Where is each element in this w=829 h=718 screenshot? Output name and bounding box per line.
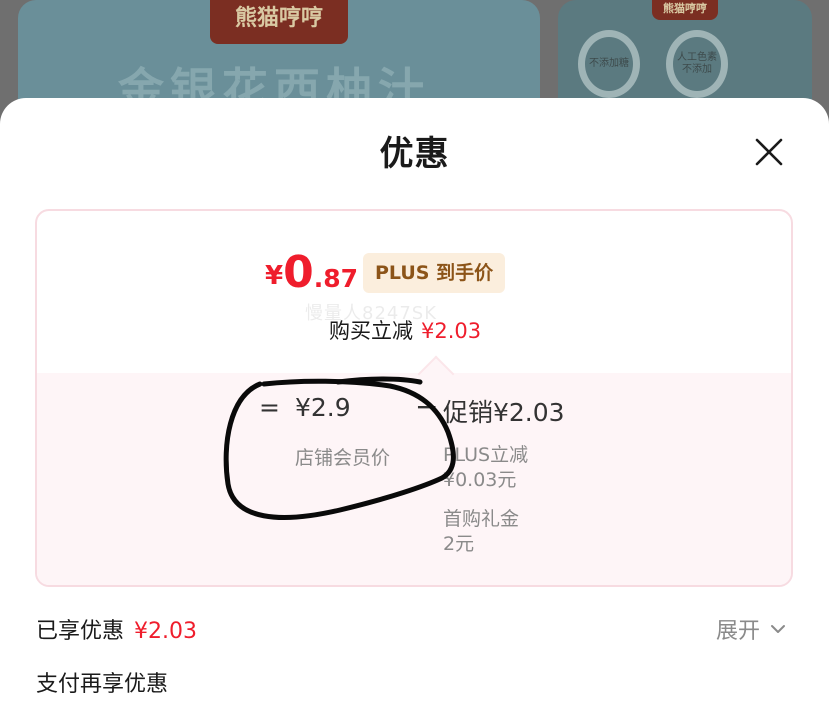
purchase-reduction: 购买立减 ¥2.03 (329, 315, 481, 345)
plus-price-tag: PLUS 到手价 (363, 253, 506, 293)
enjoyed-discount-row: 已享优惠 ¥2.03 (36, 613, 197, 645)
feature-badge: 不添加糖 (578, 30, 640, 98)
sub-item-value: ¥0.03元 (443, 469, 517, 491)
promo-sub-item: 首购礼金 2元 (443, 507, 519, 557)
shop-member-price-label: 店铺会员价 (295, 447, 391, 469)
final-price: ¥ 0 .87 (265, 247, 359, 298)
breakdown-panel (37, 373, 791, 585)
close-button[interactable] (752, 135, 786, 169)
reduction-label: 购买立减 (329, 319, 413, 343)
sheet-title: 优惠 (379, 134, 450, 174)
shop-member-price: ¥2.9 (295, 393, 351, 422)
feature-badge: 人工色素 不添加 (666, 30, 728, 98)
discount-detail-card: ¥ 0 .87 PLUS 到手价 慢量人8247SK 购买立减 ¥2.03 = ¥… (35, 209, 793, 587)
brand-logo-small: 熊猫哼哼 (652, 0, 718, 20)
discount-sheet: 优惠 ¥ 0 .87 PLUS 到手价 慢量人8247SK 购买立减 ¥2.03 … (0, 98, 829, 718)
promotion-amount: 促销¥2.03 (443, 398, 565, 427)
pay-more-discount-row[interactable]: 支付再享优惠 (36, 666, 168, 698)
brand-logo: 熊猫哼哼 (210, 0, 348, 44)
expand-label: 展开 (716, 619, 761, 644)
sub-item-name: PLUS立减 (443, 444, 529, 466)
promo-sub-item: PLUS立减 ¥0.03元 (443, 443, 528, 493)
close-icon (755, 138, 783, 166)
equals-sign: = (259, 393, 280, 422)
minus-sign: − (415, 390, 439, 423)
price-decimal: .87 (313, 264, 359, 293)
enjoyed-amount: ¥2.03 (134, 619, 197, 644)
enjoyed-label: 已享优惠 (36, 619, 125, 644)
price-integer: 0 (283, 247, 314, 298)
chevron-down-icon (771, 625, 786, 633)
sub-item-name: 首购礼金 (443, 508, 520, 530)
sub-item-value: 2元 (443, 533, 475, 555)
reduction-amount: ¥2.03 (421, 319, 482, 343)
expand-button[interactable]: 展开 (716, 613, 786, 645)
currency-symbol: ¥ (265, 261, 284, 291)
